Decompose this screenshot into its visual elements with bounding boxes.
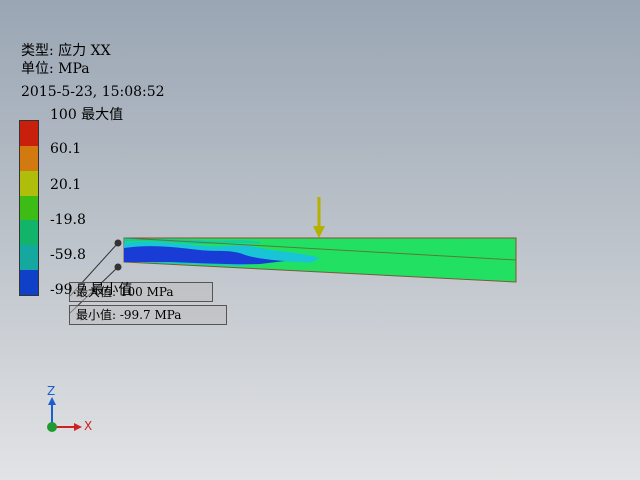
min-value-callout[interactable]: 最小值: -99.7 MPa <box>69 305 227 325</box>
axis-triad-icon[interactable] <box>47 397 82 432</box>
legend-tick-min: -99.7 最小值 <box>50 282 133 298</box>
triad-z-label: Z <box>47 384 56 398</box>
triad-x-label: X <box>84 419 93 433</box>
model-viewport[interactable] <box>0 0 640 480</box>
load-arrow-icon[interactable] <box>313 197 325 238</box>
